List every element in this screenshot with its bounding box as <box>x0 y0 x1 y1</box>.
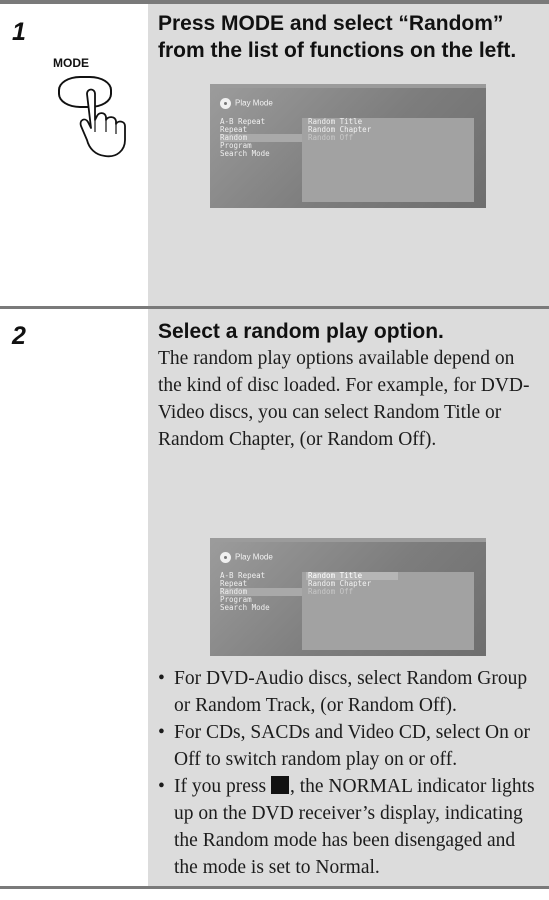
disc-icon <box>220 552 231 563</box>
osd-menu-item: Search Mode <box>220 149 270 158</box>
step1-heading-line1: Press MODE and select “Random” <box>158 12 504 35</box>
hand-press-icon <box>79 88 126 158</box>
osd-menu: A-B Repeat Repeat Random Program Search … <box>220 118 302 158</box>
osd-menu-item: Search Mode <box>220 603 270 612</box>
step1-heading-line2: from the list of functions on the left. <box>158 39 517 62</box>
osd-option: Random Off <box>308 133 354 142</box>
osd-title-text: Play Mode <box>235 98 273 108</box>
bullet-item: If you press , the NORMAL indicator ligh… <box>158 773 540 881</box>
step2-heading: Select a random play option. <box>158 320 444 343</box>
step2-left-column <box>0 309 148 886</box>
osd-top-bar <box>210 538 486 542</box>
step1-heading: Press MODE and select “Random” from the … <box>158 10 543 64</box>
osd-option: Random Off <box>308 587 354 596</box>
step-number: 1 <box>12 18 26 46</box>
bullet-item: For CDs, SACDs and Video CD, select On o… <box>158 719 540 773</box>
stop-button-icon <box>270 776 289 794</box>
osd-title: Play Mode <box>220 98 273 109</box>
osd-screen-1: Play Mode A-B Repeat Repeat Random Progr… <box>210 84 486 208</box>
step2-bullet-list: For DVD-Audio discs, select Random Group… <box>158 665 540 881</box>
disc-icon <box>220 98 231 109</box>
bottom-rule <box>0 886 549 889</box>
step2-body-text: The random play options available depend… <box>158 348 530 450</box>
bullet-text: If you press <box>174 776 271 797</box>
osd-options: Random Title Random Chapter Random Off <box>306 572 398 596</box>
osd-screen-2: Play Mode A-B Repeat Repeat Random Progr… <box>210 538 486 656</box>
osd-title-text: Play Mode <box>235 552 273 562</box>
bullet-item: For DVD-Audio discs, select Random Group… <box>158 665 540 719</box>
osd-title: Play Mode <box>220 552 273 563</box>
osd-top-bar <box>210 84 486 88</box>
osd-menu: A-B Repeat Repeat Random Program Search … <box>220 572 302 612</box>
osd-options: Random Title Random Chapter Random Off <box>306 118 398 142</box>
step-number: 2 <box>12 322 26 350</box>
mode-button-label: MODE <box>53 56 89 70</box>
